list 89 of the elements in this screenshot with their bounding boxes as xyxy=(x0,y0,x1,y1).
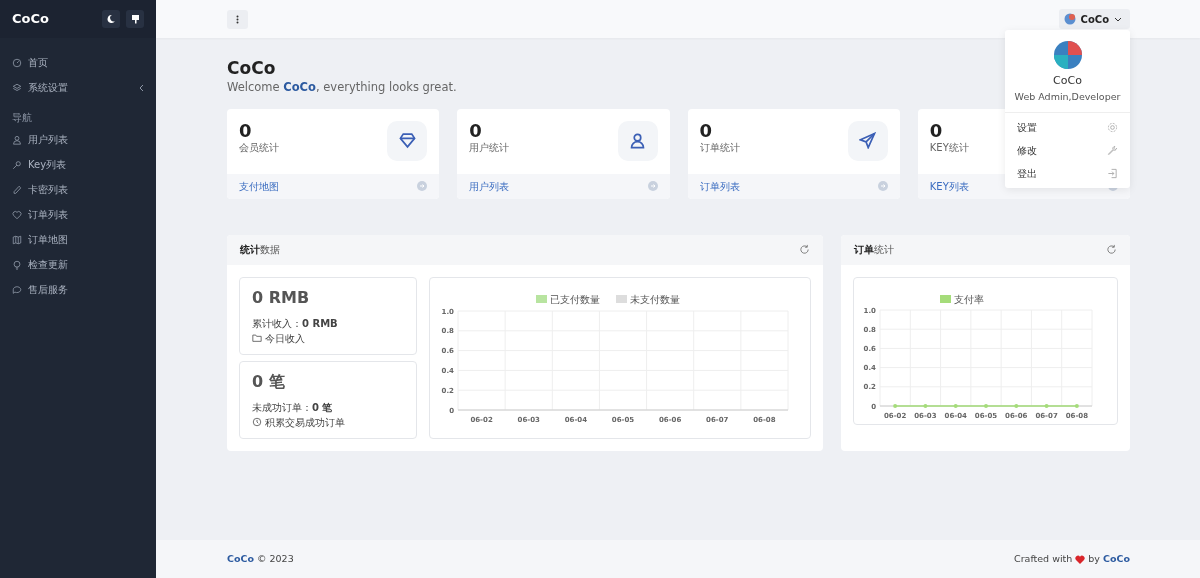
user-name: CoCo xyxy=(1052,73,1083,89)
summary-detail: 未成功订单：0 笔 xyxy=(252,400,334,415)
summary-value: 0 笔 xyxy=(252,370,286,393)
wrench-icon xyxy=(1107,144,1118,156)
legend-label: 未支付数量 xyxy=(630,293,680,305)
data-point xyxy=(1014,403,1019,408)
legend-label: 已支付数量 xyxy=(550,293,600,305)
sidebar-item[interactable]: 用户列表 xyxy=(0,127,156,152)
brand-logo[interactable]: CoCo xyxy=(12,9,49,29)
heart-icon xyxy=(12,209,22,220)
stat-label: 订单统计 xyxy=(699,141,740,156)
footer-link[interactable]: CoCo xyxy=(227,551,254,567)
settings-icon xyxy=(1107,121,1118,133)
stat-value: 0 xyxy=(699,120,714,141)
page-title: CoCo xyxy=(227,58,277,79)
sidebar-item[interactable]: 订单地图 xyxy=(0,227,156,252)
refresh-icon[interactable] xyxy=(799,244,810,256)
data-point xyxy=(1044,403,1049,408)
summary-note: 今日收入 xyxy=(265,331,305,346)
stat-label: 会员统计 xyxy=(239,141,279,156)
card-link[interactable]: KEY列表 xyxy=(929,178,969,194)
menu-item[interactable]: 设置 xyxy=(1005,115,1130,139)
data-point xyxy=(893,403,898,408)
pin-button[interactable] xyxy=(126,10,144,28)
footer-link[interactable]: CoCo xyxy=(1103,551,1130,567)
layers-icon xyxy=(12,82,22,93)
user-menu-button[interactable]: CoCo xyxy=(1058,9,1130,29)
crafted-text: Crafted with xyxy=(1014,551,1073,566)
user-icon xyxy=(12,134,22,145)
stat-value: 0 xyxy=(239,120,253,141)
map-icon xyxy=(12,234,22,245)
refresh-icon[interactable] xyxy=(1106,244,1117,256)
sidebar-item[interactable]: 订单列表 xyxy=(0,202,156,227)
pin-icon xyxy=(130,14,140,24)
welcome-text: Welcome CoCo, everything looks great. xyxy=(227,79,457,97)
legend-item[interactable]: 支付率 xyxy=(940,293,984,305)
summary-note: 积累交易成功订单 xyxy=(265,415,345,430)
logout-icon xyxy=(1107,167,1118,179)
menu-item[interactable]: 修改 xyxy=(1005,138,1130,162)
paper-plane-icon xyxy=(859,132,877,150)
data-point xyxy=(1074,403,1079,408)
panel-title: 统计数据 xyxy=(240,243,280,258)
stat-value: 0 xyxy=(929,120,944,141)
arrow-circle-icon[interactable] xyxy=(877,181,888,192)
avatar-logo-icon xyxy=(1052,40,1083,70)
clock-icon xyxy=(252,417,262,428)
lightbulb-icon xyxy=(12,259,22,270)
sidebar-item[interactable]: 首页 xyxy=(0,50,156,75)
dark-mode-button[interactable] xyxy=(102,10,120,28)
pen-icon xyxy=(12,184,22,195)
menu-button[interactable] xyxy=(227,9,248,29)
moon-icon xyxy=(106,14,116,24)
avatar-icon xyxy=(1063,13,1076,25)
card-link[interactable]: 订单列表 xyxy=(699,178,740,194)
sidebar-item[interactable]: 卡密列表 xyxy=(0,177,156,202)
card-link[interactable]: 用户列表 xyxy=(469,178,510,194)
chevron-icon xyxy=(139,83,144,92)
card-link[interactable]: 支付地图 xyxy=(239,178,279,194)
user-role: Web Admin,Developer xyxy=(1013,89,1122,104)
key-icon xyxy=(12,159,22,170)
summary-value: 0 RMB xyxy=(252,286,311,309)
menu-item[interactable]: 登出 xyxy=(1005,161,1130,185)
stat-label: 用户统计 xyxy=(469,141,510,156)
sidebar-item[interactable]: Key列表 xyxy=(0,152,156,177)
legend-label: 支付率 xyxy=(954,293,984,305)
more-icon xyxy=(236,14,239,24)
folder-icon xyxy=(252,333,262,344)
legend-item[interactable]: 未支付数量 xyxy=(616,293,680,305)
stat-label: KEY统计 xyxy=(929,141,969,156)
user-icon xyxy=(629,132,646,150)
chat-icon xyxy=(12,284,22,295)
panel-title: 订单统计 xyxy=(854,243,894,258)
gauge-icon xyxy=(12,57,22,68)
by-text: by xyxy=(1088,551,1100,566)
nav-section-heading: 导航 xyxy=(11,111,33,125)
copyright-text: © 2023 xyxy=(257,551,294,566)
data-point xyxy=(953,403,958,408)
sidebar-item[interactable]: 检查更新 xyxy=(0,252,156,277)
summary-detail: 累计收入：0 RMB xyxy=(252,316,339,331)
legend-item[interactable]: 已支付数量 xyxy=(536,293,600,305)
data-point xyxy=(923,403,928,408)
sidebar-item[interactable]: 系统设置 xyxy=(0,75,156,100)
heart-icon xyxy=(1075,554,1086,564)
diamond-icon xyxy=(398,132,416,150)
arrow-circle-icon[interactable] xyxy=(417,181,428,192)
caret-icon xyxy=(1114,16,1122,22)
sidebar-item[interactable]: 售后服务 xyxy=(0,277,156,302)
arrow-circle-icon[interactable] xyxy=(647,181,658,192)
stat-value: 0 xyxy=(469,120,483,141)
